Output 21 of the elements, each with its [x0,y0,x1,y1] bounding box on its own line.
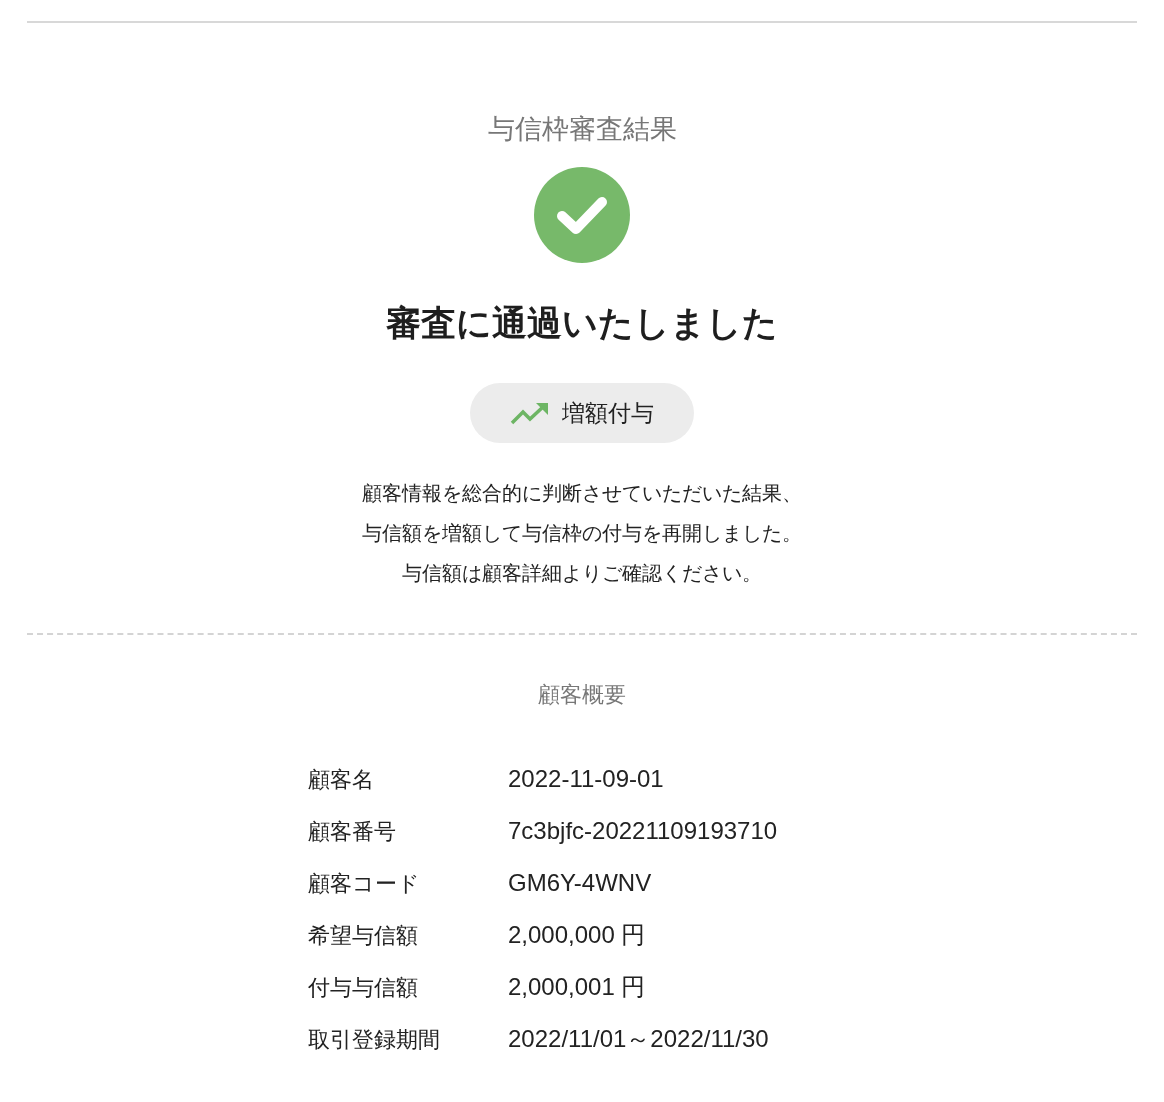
field-label: 取引登録期間 [308,1025,441,1054]
field-value: GM6Y-4WNV [508,868,652,898]
badge-label: 増額付与 [562,398,654,428]
message-line: 与信額を増額して与信枠の付与を再開しました。 [362,521,802,546]
section-title: 顧客概要 [538,681,626,709]
result-heading: 審査に通過いたしました [386,302,778,344]
page-title: 与信枠審査結果 [487,113,677,146]
trending-up-icon [510,401,550,425]
field-label: 付与与信額 [308,973,419,1002]
field-label: 顧客コード [308,869,421,898]
field-label: 顧客名 [308,765,375,794]
field-label: 希望与信額 [308,921,419,950]
field-value: 2,000,000 円 [508,920,646,950]
field-value: 2022-11-09-01 [508,764,664,794]
field-value: 2,000,001 円 [508,972,646,1002]
message-line: 与信額は顧客詳細よりご確認ください。 [402,561,762,586]
message-line: 顧客情報を総合的に判断させていただいた結果、 [362,481,802,506]
field-value: 7c3bjfc-20221109193710 [508,816,778,846]
check-circle-icon [534,167,630,263]
field-label: 顧客番号 [308,817,397,846]
field-value: 2022/11/01～2022/11/30 [508,1024,769,1054]
